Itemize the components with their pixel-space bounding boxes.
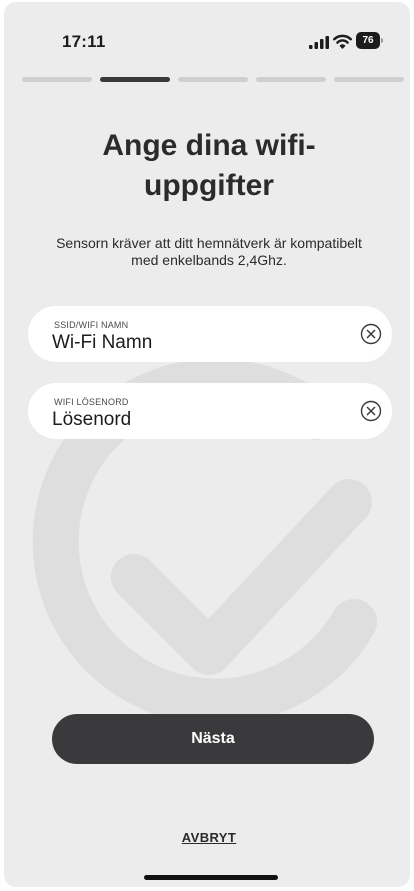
ssid-input[interactable]: [52, 331, 322, 355]
step-progress-indicator: [22, 77, 410, 83]
home-indicator[interactable]: [144, 875, 278, 880]
status-time: 17:11: [62, 32, 106, 51]
battery-tip: [381, 38, 383, 43]
page-subtitle: Sensorn kräver att ditt hemnätverk är ko…: [56, 235, 362, 268]
cancel-link[interactable]: AVBRYT: [154, 830, 264, 845]
battery-level: 76: [356, 32, 380, 49]
status-bar: 17:11 76: [4, 2, 410, 66]
next-button[interactable]: Nästa: [52, 714, 374, 764]
wifi-setup-screen: 17:11 76 Ange dina wifi-uppgifter Sensor…: [4, 2, 410, 887]
progress-step-5: [334, 77, 404, 82]
password-input[interactable]: [52, 408, 322, 432]
progress-step-3: [178, 77, 248, 82]
wifi-icon: [333, 34, 352, 49]
progress-step-2: [100, 77, 170, 82]
ssid-field[interactable]: SSID/WIFI NAMN: [28, 306, 392, 362]
password-clear-icon[interactable]: [360, 400, 382, 422]
ssid-clear-icon[interactable]: [360, 323, 382, 345]
progress-step-1: [22, 77, 92, 82]
signal-icon: [309, 36, 329, 49]
battery-icon: 76: [356, 32, 384, 49]
progress-step-4: [256, 77, 326, 82]
password-field[interactable]: WIFI LÖSENORD: [28, 383, 392, 439]
ssid-field-label: SSID/WIFI NAMN: [54, 320, 129, 330]
password-field-label: WIFI LÖSENORD: [54, 397, 129, 407]
page-title: Ange dina wifi-uppgifter: [102, 129, 316, 202]
